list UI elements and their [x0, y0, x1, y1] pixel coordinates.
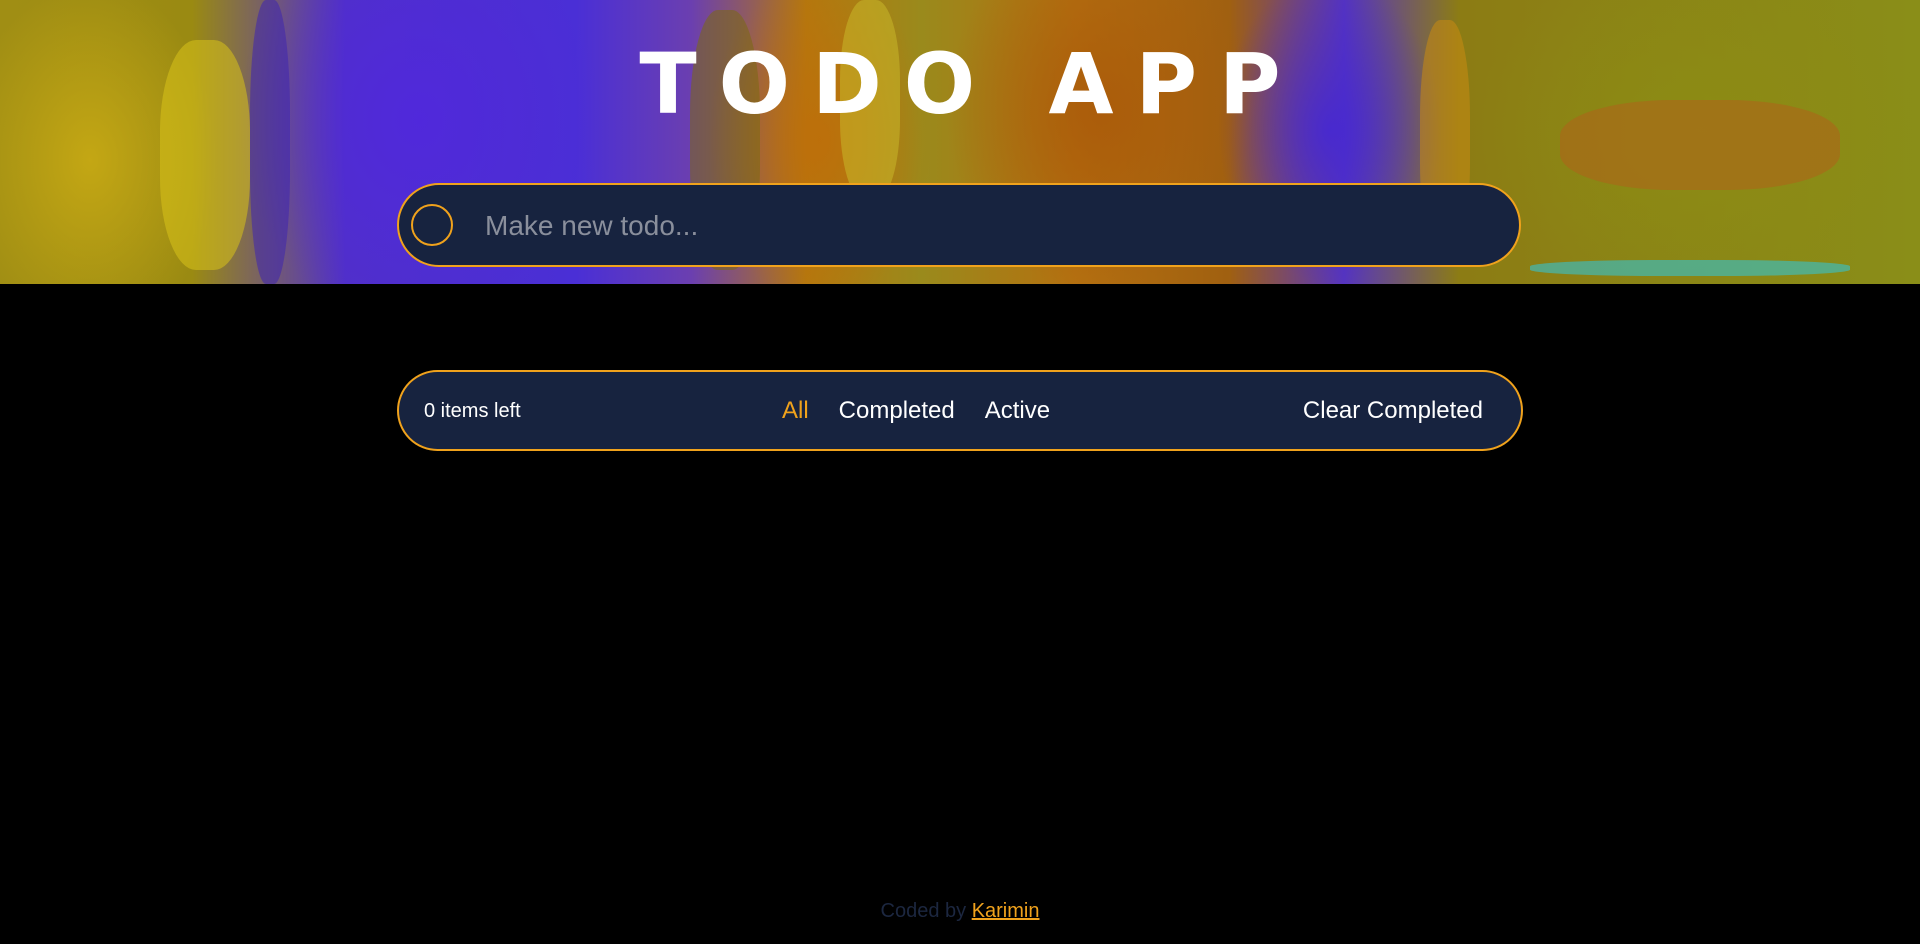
- clear-completed-button[interactable]: Clear Completed: [1303, 396, 1483, 426]
- credit-line: Coded by Karimin: [0, 899, 1920, 923]
- page-title: TODO APP: [639, 35, 1303, 133]
- items-left-count: 0 items left: [424, 400, 521, 422]
- new-todo-input[interactable]: [483, 197, 1487, 255]
- paint-stroke: [1530, 260, 1850, 276]
- filter-group: All Completed Active: [782, 396, 1050, 426]
- todo-footer-bar: 0 items left All Completed Active Clear …: [397, 370, 1523, 451]
- filter-completed[interactable]: Completed: [839, 396, 955, 426]
- filter-all[interactable]: All: [782, 396, 809, 426]
- author-link[interactable]: Karimin: [972, 900, 1040, 922]
- new-todo-bar: [397, 183, 1521, 267]
- credit-prefix: Coded by: [880, 900, 967, 922]
- toggle-all-circle[interactable]: [411, 204, 453, 246]
- filter-active[interactable]: Active: [985, 396, 1050, 426]
